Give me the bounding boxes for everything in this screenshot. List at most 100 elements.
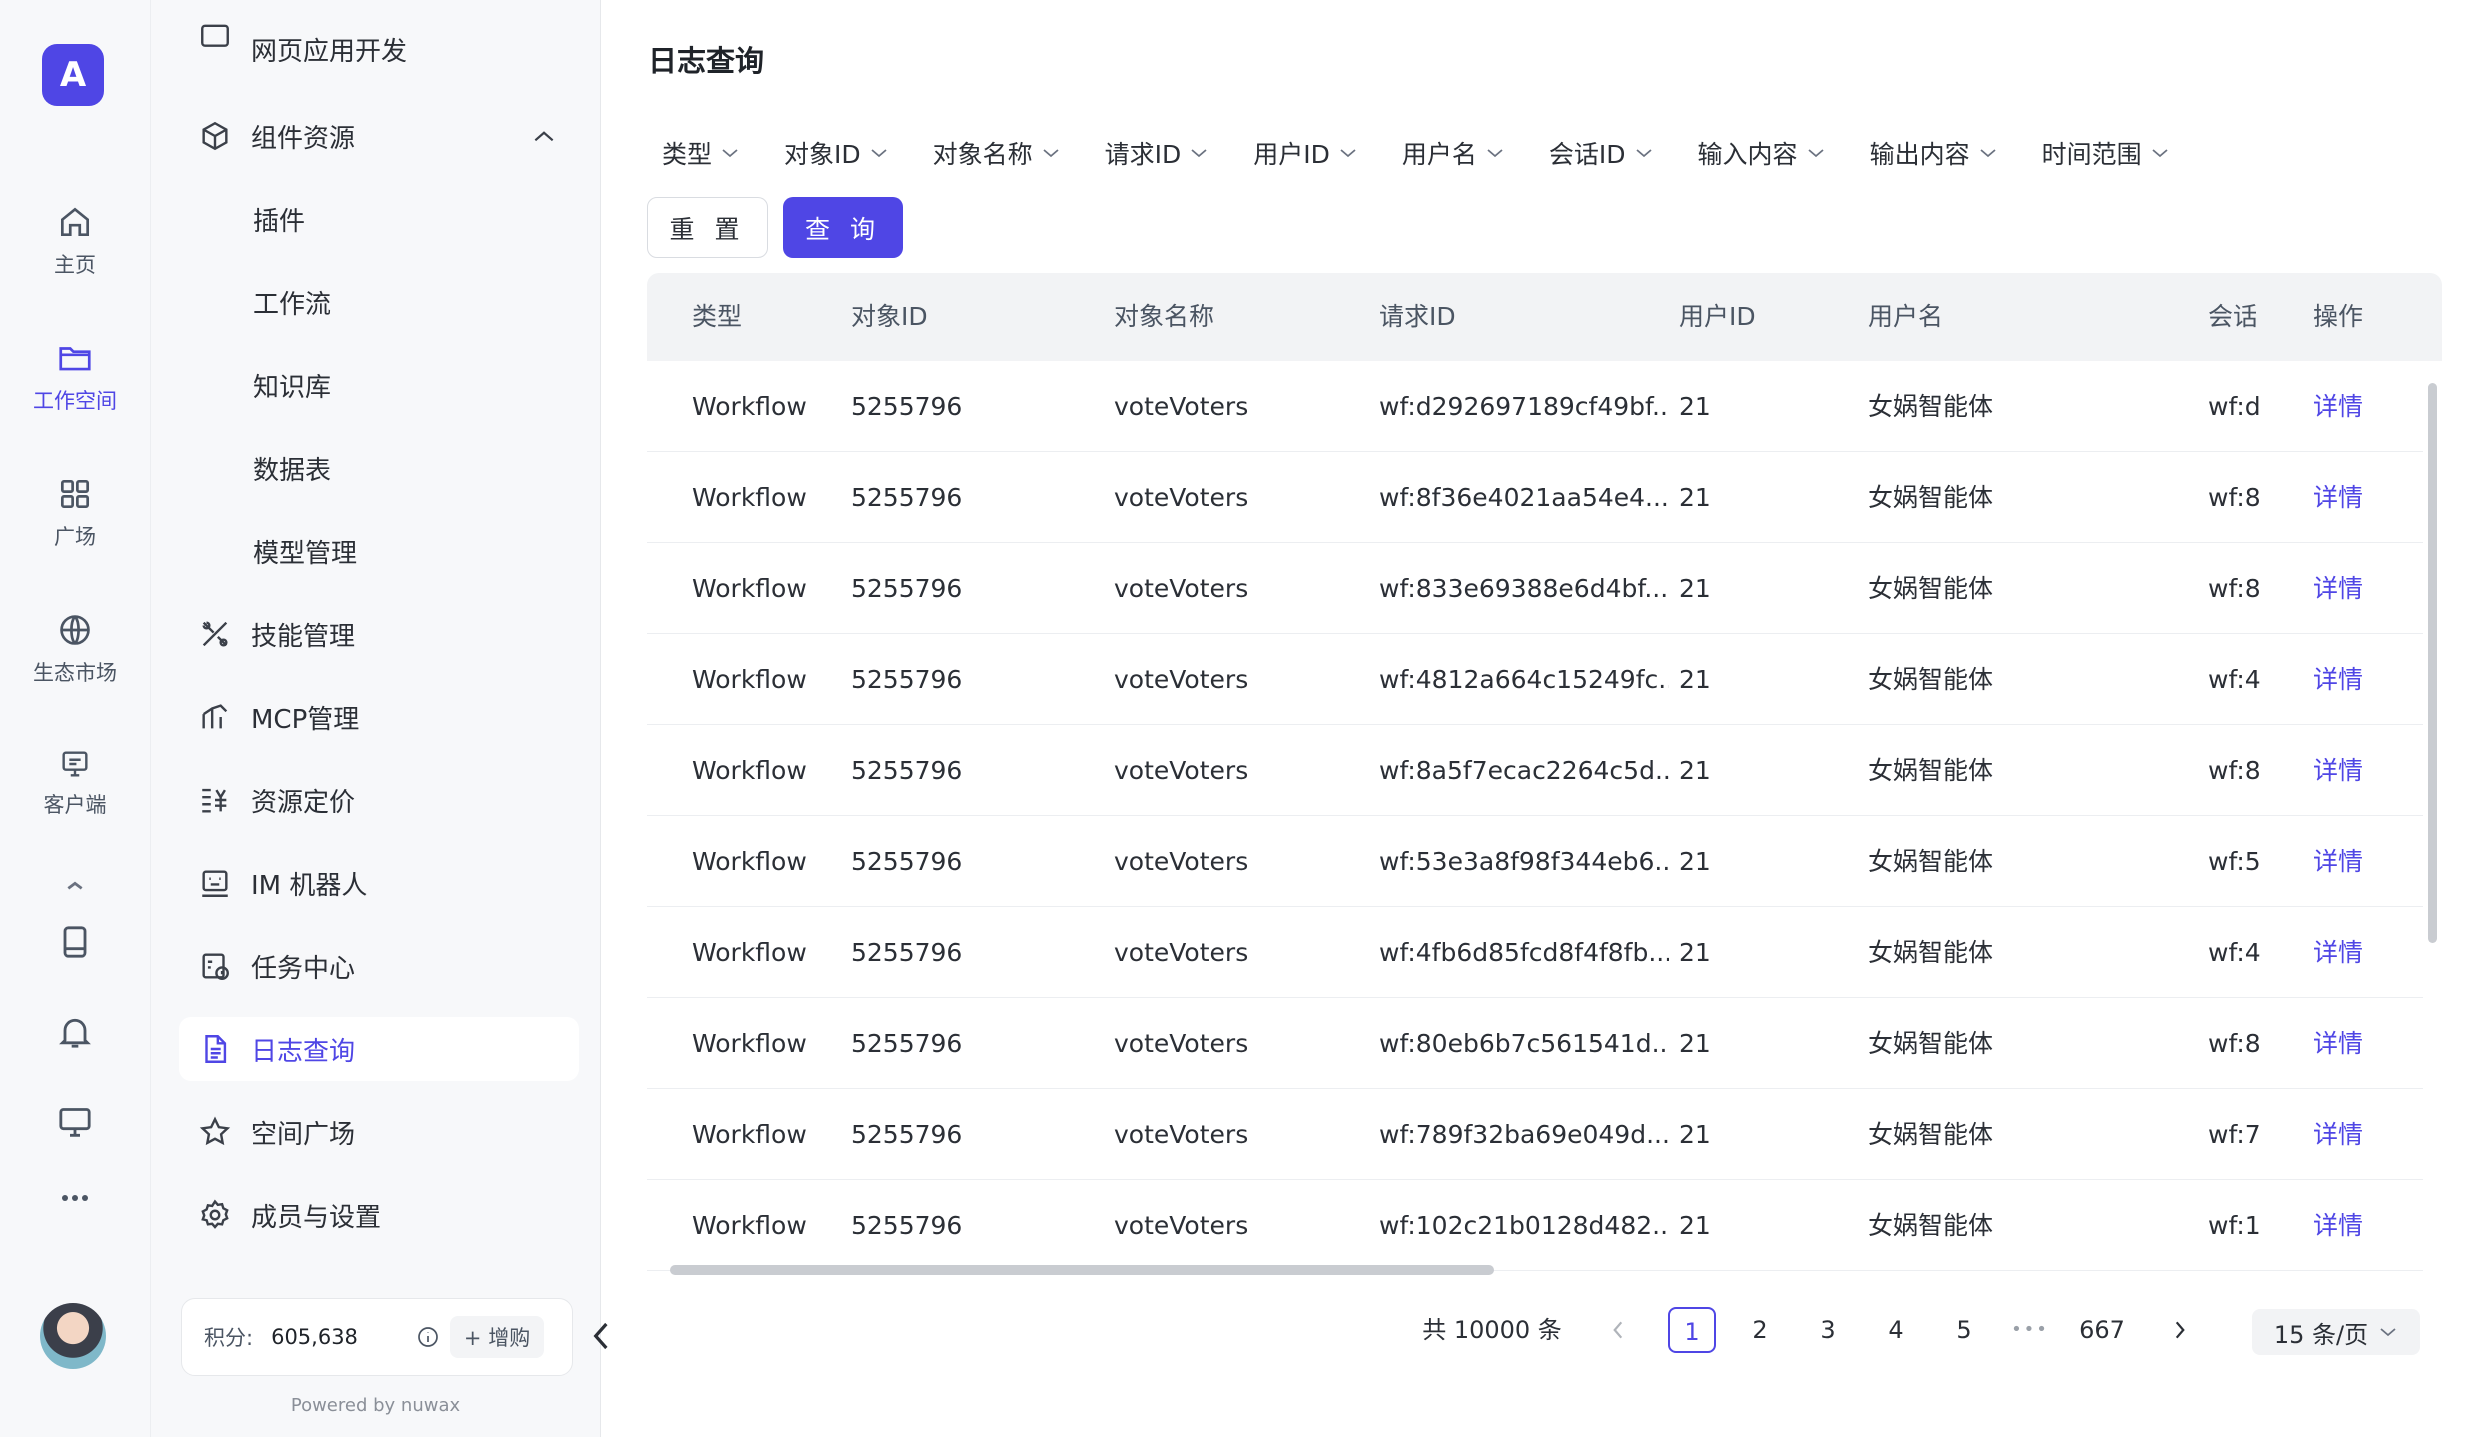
sidebar-item-datatable[interactable]: 数据表 (179, 436, 579, 500)
filter-output-content[interactable]: 输出内容 (1870, 135, 1998, 171)
reset-button[interactable]: 重 置 (647, 197, 768, 258)
page-button[interactable]: 3 (1804, 1307, 1852, 1353)
details-link[interactable]: 详情 (2313, 452, 2403, 543)
table-row: Workflow 5255796 voteVoters wf:8f36e4021aa5… (647, 452, 2423, 543)
page-button[interactable]: 4 (1872, 1307, 1920, 1353)
more-icon[interactable] (55, 1178, 95, 1218)
rail-item-label: 生态市场 (33, 661, 117, 685)
details-link[interactable]: 详情 (2313, 543, 2403, 634)
sidebar-item-workflows[interactable]: 工作流 (179, 270, 579, 334)
column-header-request-id[interactable]: 请求ID (1379, 273, 1456, 361)
sidebar-item-im-robot[interactable]: IM 机器人 (179, 851, 579, 915)
next-page-button[interactable] (2160, 1307, 2200, 1353)
details-link[interactable]: 详情 (2313, 634, 2403, 725)
page-button[interactable]: 5 (1940, 1307, 1988, 1353)
cell-object-id: 5255796 (851, 574, 963, 603)
sidebar-item-models[interactable]: 模型管理 (179, 519, 579, 583)
prev-page-button[interactable] (1598, 1307, 1638, 1353)
sidebar-item-knowledge[interactable]: 知识库 (179, 353, 579, 417)
details-link[interactable]: 详情 (2313, 816, 2403, 907)
info-icon[interactable] (416, 1325, 440, 1349)
book-icon[interactable] (55, 922, 95, 962)
page-button-last[interactable]: 667 (2072, 1307, 2132, 1353)
chevron-up-icon[interactable] (531, 126, 557, 146)
page-button[interactable]: 2 (1736, 1307, 1784, 1353)
sidebar-item-label: 模型管理 (253, 538, 358, 569)
cell-object-id: 5255796 (851, 847, 963, 876)
sidebar-item-label: IM 机器人 (251, 870, 368, 901)
horizontal-scrollbar[interactable] (670, 1265, 1494, 1275)
filter-session-id[interactable]: 会话ID (1549, 135, 1654, 171)
rail-item-home[interactable]: 主页 (0, 203, 150, 279)
rail-item-market[interactable]: 生态市场 (0, 611, 150, 687)
filter-time-range[interactable]: 时间范围 (2042, 135, 2170, 171)
sidebar-item-plugins[interactable]: 插件 (179, 187, 579, 251)
details-link[interactable]: 详情 (2313, 725, 2403, 816)
sidebar-item-log-query[interactable]: 日志查询 (179, 1017, 579, 1081)
chevron-up-icon[interactable] (55, 878, 95, 892)
vertical-scrollbar[interactable] (2428, 383, 2437, 943)
column-header-user-id[interactable]: 用户ID (1679, 273, 1756, 361)
column-header-type[interactable]: 类型 (692, 273, 742, 361)
chevron-down-icon (1807, 149, 1824, 158)
table-row: Workflow 5255796 voteVoters wf:789f32ba69e0… (647, 1089, 2423, 1180)
filter-user-id[interactable]: 用户ID (1253, 135, 1358, 171)
sidebar-item-tasks[interactable]: 任务中心 (179, 934, 579, 998)
filter-input-content[interactable]: 输入内容 (1698, 135, 1826, 171)
sidebar-item-skills[interactable]: 技能管理 (179, 602, 579, 666)
sidebar-item-mcp[interactable]: MCP管理 (179, 685, 579, 749)
details-link[interactable]: 详情 (2313, 1180, 2403, 1271)
details-link[interactable]: 详情 (2313, 998, 2403, 1089)
chevron-down-icon (1191, 149, 1207, 158)
cell-user-id: 21 (1679, 1211, 1711, 1240)
page-ellipsis[interactable]: ••• (2004, 1307, 2056, 1353)
cell-object-name: voteVoters (1114, 1211, 1249, 1240)
sidebar-item-label: 成员与设置 (251, 1202, 382, 1233)
avatar[interactable] (40, 1303, 106, 1369)
cell-object-name: voteVoters (1114, 1120, 1249, 1149)
sidebar-item-space-square[interactable]: 空间广场 (179, 1100, 579, 1164)
rail-item-workspace[interactable]: 工作空间 (0, 339, 150, 415)
filter-username[interactable]: 用户名 (1402, 135, 1505, 171)
collapse-sidebar-icon[interactable] (586, 1316, 616, 1356)
cell-username: 女娲智能体 (1868, 665, 1994, 694)
cell-user-id: 21 (1679, 665, 1711, 694)
filter-label: 输入内容 (1697, 140, 1798, 169)
filter-object-name[interactable]: 对象名称 (933, 135, 1061, 171)
sidebar-item-pricing[interactable]: 资源定价 (179, 768, 579, 832)
buy-credits-button[interactable]: + 增购 (449, 1316, 545, 1358)
cell-request-id: wf:53e3a8f98f344eb6... (1379, 847, 1669, 876)
sidebar-item-web-app[interactable]: 网页应用开发 (179, 22, 579, 62)
mcp-icon (193, 695, 237, 739)
filter-type[interactable]: 类型 (662, 135, 740, 171)
rail-item-client[interactable]: 客户端 (0, 747, 150, 819)
column-header-username[interactable]: 用户名 (1868, 273, 1943, 361)
details-link[interactable]: 详情 (2313, 907, 2403, 998)
page-size-select[interactable]: 15 条/页 (2252, 1309, 2420, 1355)
cell-object-name: voteVoters (1114, 392, 1249, 421)
sidebar-item-label: 资源定价 (251, 787, 356, 818)
sidebar-group-components[interactable]: 组件资源 (179, 104, 579, 168)
cell-user-id: 21 (1679, 483, 1711, 512)
cell-object-id: 5255796 (851, 938, 963, 967)
rail-item-square[interactable]: 广场 (0, 475, 150, 551)
details-link[interactable]: 详情 (2313, 361, 2403, 452)
details-link[interactable]: 详情 (2313, 1089, 2403, 1180)
chevron-down-icon (1635, 149, 1652, 158)
query-button[interactable]: 查 询 (783, 197, 903, 258)
page-button[interactable]: 1 (1668, 1307, 1716, 1353)
task-icon (193, 944, 237, 988)
bell-icon[interactable] (55, 1012, 95, 1052)
filter-request-id[interactable]: 请求ID (1105, 135, 1210, 171)
sidebar-item-members-settings[interactable]: 成员与设置 (179, 1183, 579, 1247)
rail-item-label: 主页 (54, 253, 96, 277)
column-header-object-name[interactable]: 对象名称 (1114, 273, 1214, 361)
sidebar-item-label: 工作流 (253, 289, 332, 320)
column-header-session[interactable]: 会话 (2208, 273, 2256, 361)
cell-object-id: 5255796 (851, 392, 963, 421)
filter-object-id[interactable]: 对象ID (784, 135, 889, 171)
desktop-icon[interactable] (55, 1102, 95, 1142)
cell-type: Workflow (692, 756, 807, 785)
app-logo[interactable]: A (42, 44, 104, 106)
column-header-object-id[interactable]: 对象ID (851, 273, 928, 361)
